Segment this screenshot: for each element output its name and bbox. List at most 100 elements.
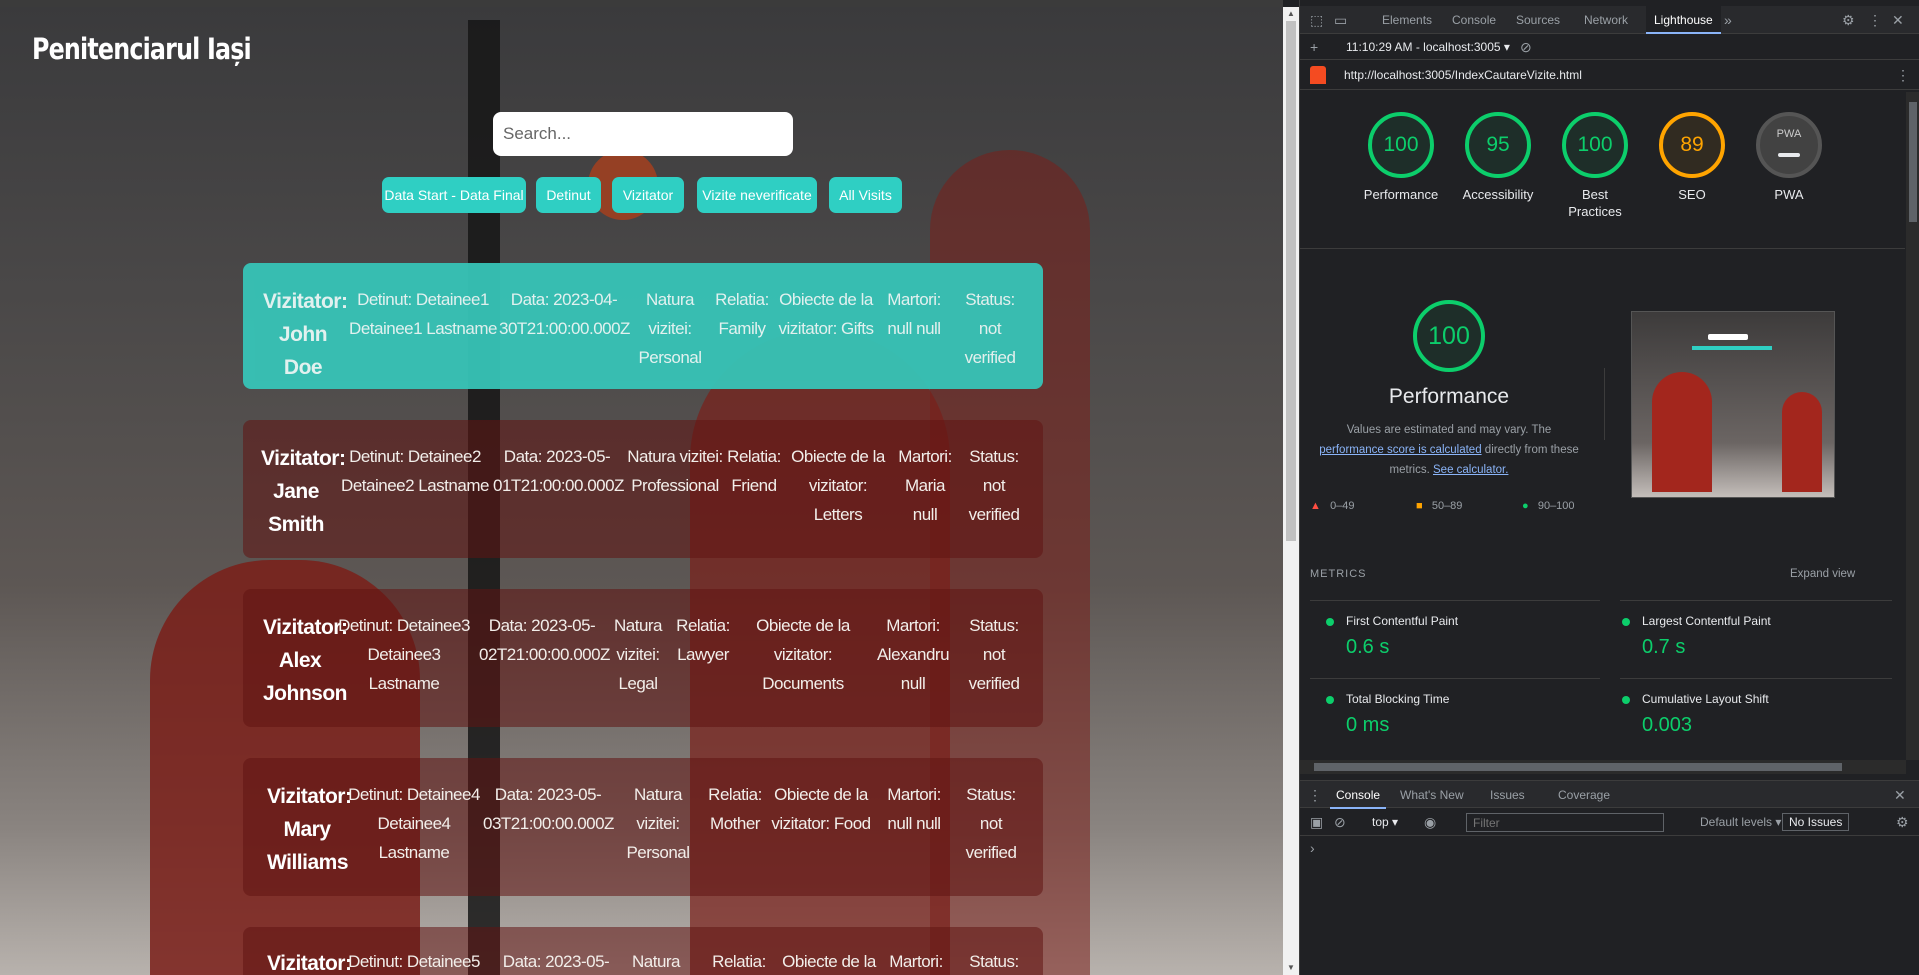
page-scrollbar-thumb[interactable] bbox=[1286, 21, 1296, 541]
report-menu-icon[interactable]: ⋮ bbox=[1896, 60, 1910, 90]
eye-icon[interactable]: ◉ bbox=[1424, 808, 1436, 836]
drawer-menu-icon[interactable]: ⋮ bbox=[1308, 781, 1322, 809]
context-selector[interactable]: top ▾ bbox=[1372, 815, 1398, 829]
score-gauge-accessibility[interactable]: 95 Accessibility bbox=[1450, 112, 1546, 203]
score-value: 95 bbox=[1465, 112, 1531, 178]
tab-sources[interactable]: Sources bbox=[1516, 6, 1560, 34]
score-gauge-performance[interactable]: 100 Performance bbox=[1353, 112, 1449, 203]
close-drawer-icon[interactable]: ✕ bbox=[1894, 781, 1906, 809]
tab-lighthouse[interactable]: Lighthouse bbox=[1646, 6, 1721, 34]
visit-data: Data: 2023-05- bbox=[502, 952, 610, 971]
visit-martori: Martori: null null bbox=[887, 290, 941, 338]
score-value: 100 bbox=[1368, 112, 1434, 178]
final-screenshot-thumbnail[interactable] bbox=[1631, 311, 1835, 498]
issues-button[interactable]: No Issues bbox=[1782, 813, 1850, 831]
thumbnail-figure bbox=[1782, 392, 1822, 492]
performance-score-gauge: 100 bbox=[1413, 300, 1485, 372]
levels-value: Default levels bbox=[1700, 815, 1773, 829]
report-time: 11:10:29 AM - localhost:3005 bbox=[1346, 40, 1501, 54]
visit-data: Data: 2023-05-03T21:00:00.000Z bbox=[483, 785, 614, 833]
expand-view-toggle[interactable]: Expand view bbox=[1790, 568, 1855, 580]
legend-label: 50–89 bbox=[1431, 500, 1463, 512]
report-scrollbar[interactable] bbox=[1906, 92, 1919, 760]
console-settings-gear-icon[interactable]: ⚙ bbox=[1896, 808, 1909, 836]
metrics-divider bbox=[1310, 600, 1600, 601]
score-calculated-link[interactable]: performance score is calculated bbox=[1319, 444, 1481, 456]
report-h-scrollbar[interactable] bbox=[1300, 760, 1906, 774]
vizitator-filter-button[interactable]: Vizitator bbox=[612, 177, 684, 213]
close-devtools-icon[interactable]: ✕ bbox=[1892, 6, 1904, 34]
drawer-tab-issues[interactable]: Issues bbox=[1490, 781, 1525, 809]
visit-vizitator: Vizitator: John Doe bbox=[263, 290, 348, 379]
visit-natura: Natura vizitei: Professional bbox=[627, 447, 723, 495]
visit-obiecte: Obiecte de la vizitator: Food bbox=[771, 785, 871, 833]
more-options-icon[interactable]: ⋮ bbox=[1868, 6, 1882, 34]
visit-obiecte: Obiecte de la vizitator: Documents bbox=[756, 616, 850, 693]
score-label: Performance bbox=[1363, 187, 1439, 202]
visit-detinut: Detinut: Detainee2 Detainee2 Lastname bbox=[341, 447, 489, 495]
sidebar-toggle-icon[interactable]: ▣ bbox=[1310, 808, 1323, 836]
performance-note: Values are estimated and may vary. The p… bbox=[1310, 420, 1588, 480]
tab-console[interactable]: Console bbox=[1452, 6, 1496, 34]
visit-obiecte: Obiecte de la vizitator: Gifts bbox=[778, 290, 874, 338]
visit-detinut: Detinut: Detainee5 bbox=[348, 952, 480, 971]
visit-card[interactable]: Vizitator: Detinut: Detainee5 Data: 2023… bbox=[243, 927, 1043, 975]
console-prompt[interactable]: › bbox=[1310, 840, 1315, 856]
drawer-tab-console[interactable]: Console bbox=[1330, 781, 1387, 809]
new-report-icon[interactable]: + bbox=[1310, 34, 1318, 60]
report-scrollbar-thumb[interactable] bbox=[1909, 102, 1917, 222]
score-gauge-pwa[interactable]: PWA PWA bbox=[1741, 112, 1837, 203]
report-url[interactable]: http://localhost:3005/IndexCautareVizite… bbox=[1344, 68, 1582, 82]
date-range-filter-button[interactable]: Data Start - Data Final bbox=[382, 177, 526, 213]
more-tabs-icon[interactable]: » bbox=[1724, 6, 1732, 34]
visit-relatia: Relatia: Mother bbox=[708, 785, 762, 833]
browser-top-edge bbox=[0, 0, 1283, 7]
clear-console-icon[interactable]: ⊘ bbox=[1334, 808, 1346, 836]
score-gauge-seo[interactable]: 89 SEO bbox=[1644, 112, 1740, 203]
visit-card[interactable]: Vizitator: Mary Williams Detinut: Detain… bbox=[243, 758, 1043, 896]
console-filter-input[interactable] bbox=[1466, 813, 1664, 832]
scroll-down-icon[interactable]: ▼ bbox=[1283, 961, 1299, 975]
score-gauge-best-practices[interactable]: 100 Best Practices bbox=[1547, 112, 1643, 220]
inspect-element-icon[interactable]: ⬚ bbox=[1310, 6, 1323, 34]
section-divider bbox=[1300, 248, 1905, 249]
metrics-divider bbox=[1310, 678, 1600, 679]
pass-dot-icon bbox=[1326, 618, 1334, 626]
tab-elements[interactable]: Elements bbox=[1382, 6, 1432, 34]
metric-value: 0.6 s bbox=[1346, 636, 1390, 658]
settings-gear-icon[interactable]: ⚙ bbox=[1842, 6, 1855, 34]
lighthouse-logo-icon bbox=[1310, 66, 1326, 84]
log-levels-dropdown[interactable]: Default levels ▾ bbox=[1700, 815, 1781, 829]
visit-status: Status: not verified bbox=[965, 785, 1017, 862]
clear-reports-icon[interactable]: ⊘ bbox=[1520, 34, 1532, 60]
search-input[interactable] bbox=[493, 112, 793, 156]
report-url-bar: http://localhost:3005/IndexCautareVizite… bbox=[1300, 60, 1919, 90]
device-toolbar-icon[interactable]: ▭ bbox=[1334, 6, 1347, 34]
visit-data: Data: 2023-05-02T21:00:00.000Z bbox=[479, 616, 610, 664]
report-h-scrollbar-thumb[interactable] bbox=[1314, 763, 1842, 771]
metrics-header: METRICS bbox=[1310, 568, 1367, 580]
filter-buttons: Data Start - Data Final Detinut Vizitato… bbox=[0, 177, 1283, 213]
visit-relatia: Relatia: bbox=[712, 952, 766, 971]
drawer-tab-coverage[interactable]: Coverage bbox=[1558, 781, 1610, 809]
tab-network[interactable]: Network bbox=[1584, 6, 1628, 34]
visit-vizitator: Vizitator: Alex Johnson bbox=[263, 616, 348, 705]
visit-card[interactable]: Vizitator: Alex Johnson Detinut: Detaine… bbox=[243, 589, 1043, 727]
unverified-visits-filter-button[interactable]: Vizite neverificate bbox=[697, 177, 817, 213]
score-value: 100 bbox=[1562, 112, 1628, 178]
drawer-tab-whats-new[interactable]: What's New bbox=[1400, 781, 1464, 809]
score-label: Best Practices bbox=[1568, 187, 1622, 219]
console-toolbar: ▣ ⊘ top ▾ ◉ Default levels ▾ No Issues ⚙ bbox=[1300, 808, 1919, 836]
visit-card[interactable]: Vizitator: John Doe Detinut: Detainee1 D… bbox=[243, 263, 1043, 389]
report-selector[interactable]: 11:10:29 AM - localhost:3005 ▾ bbox=[1346, 40, 1510, 54]
visit-card[interactable]: Vizitator: Jane Smith Detinut: Detainee2… bbox=[243, 420, 1043, 558]
scroll-up-icon[interactable]: ▲ bbox=[1283, 7, 1299, 21]
visit-natura: Natura bbox=[631, 952, 681, 971]
drawer-tabbar: ⋮ Console What's New Issues Coverage ✕ bbox=[1300, 780, 1919, 809]
page-scrollbar[interactable]: ▲ ▼ bbox=[1283, 7, 1299, 975]
all-visits-filter-button[interactable]: All Visits bbox=[829, 177, 902, 213]
metric-value: 0.003 bbox=[1642, 714, 1693, 736]
see-calculator-link[interactable]: See calculator. bbox=[1433, 464, 1508, 476]
visit-status: Status: not verified bbox=[964, 290, 1016, 367]
detinut-filter-button[interactable]: Detinut bbox=[536, 177, 601, 213]
